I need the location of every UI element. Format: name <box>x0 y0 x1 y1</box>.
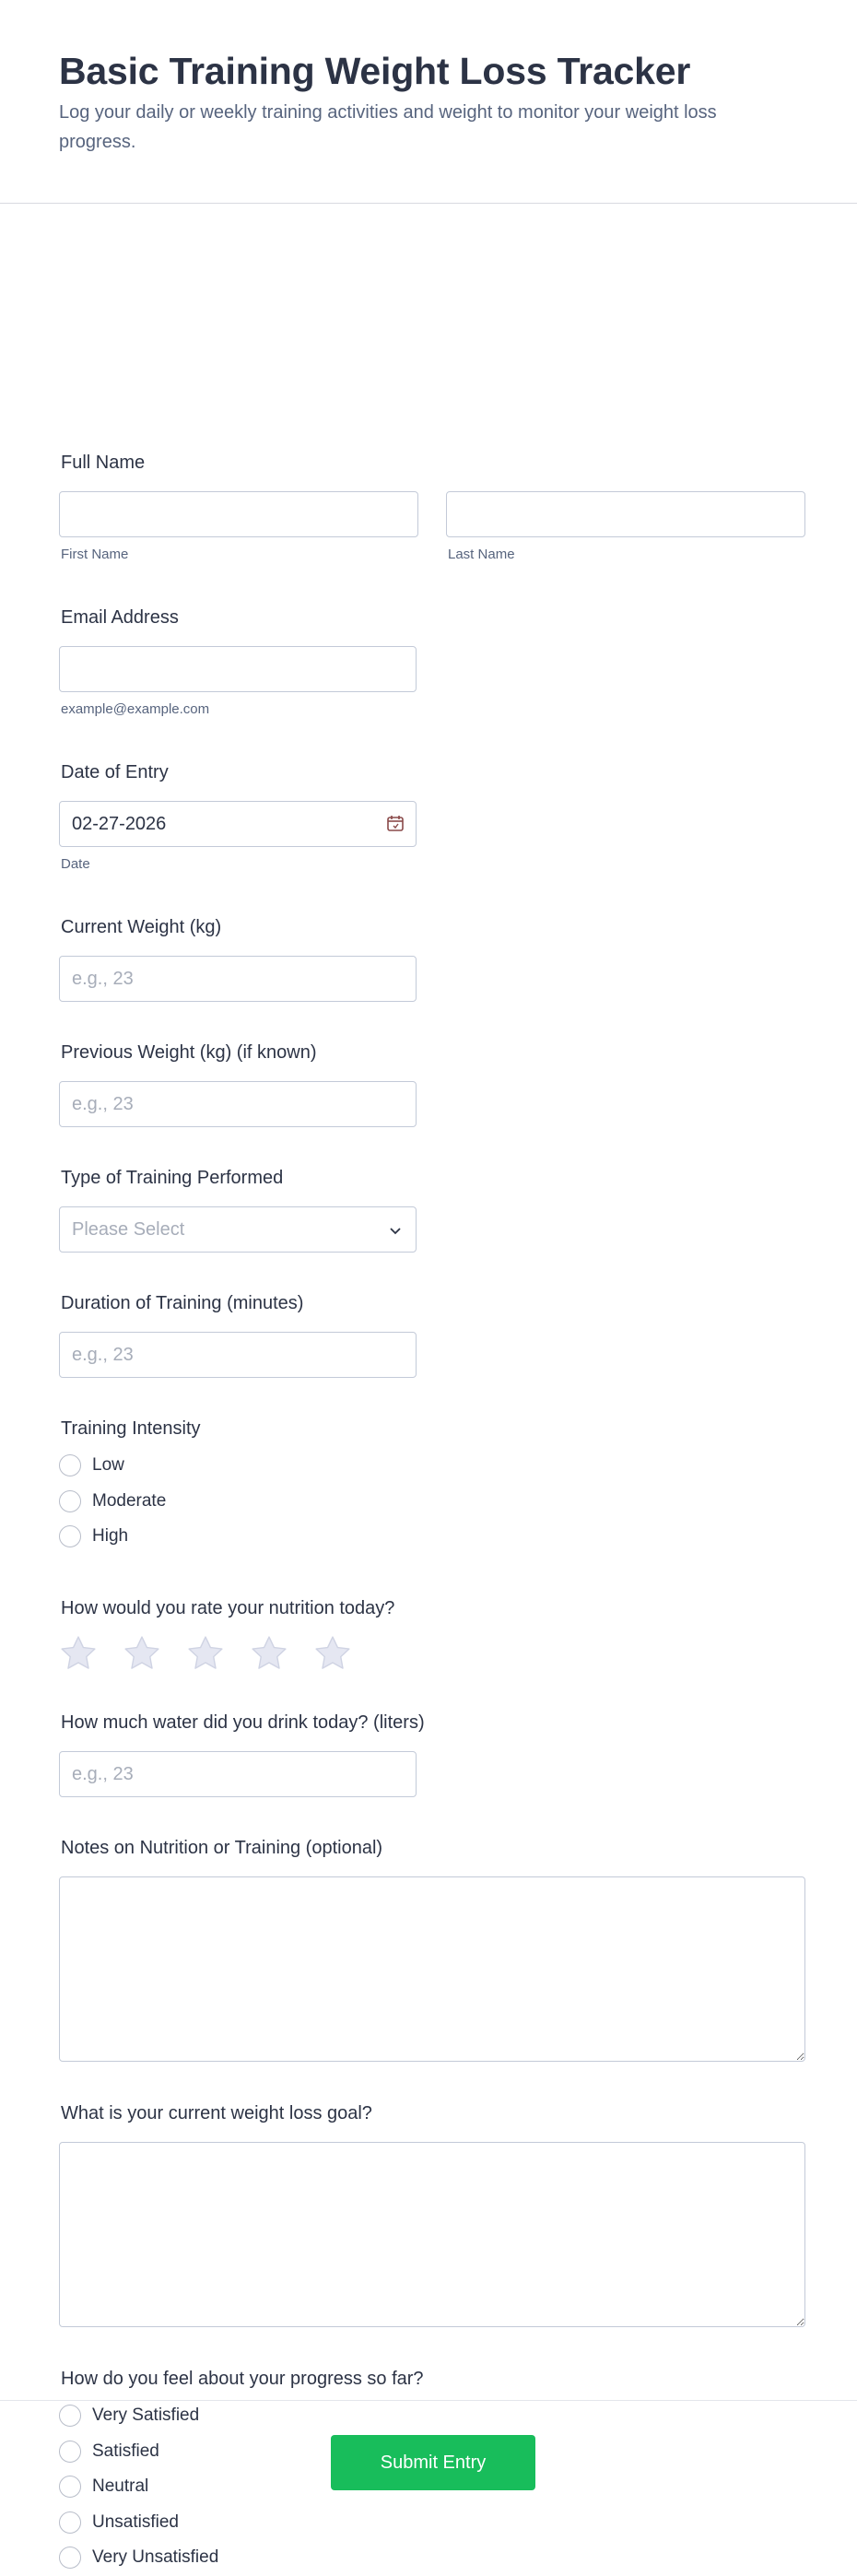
training-type-field: Type of Training Performed Please Select <box>59 1167 417 1253</box>
progress-feeling-label: How do you feel about your progress so f… <box>61 2369 424 2389</box>
first-name-input[interactable] <box>59 491 418 537</box>
radio-label: Moderate <box>92 1490 167 1511</box>
last-name-input[interactable] <box>446 491 805 537</box>
full-name-field: Full Name First Name Last Name <box>59 452 805 562</box>
intensity-label: Training Intensity <box>61 1418 201 1439</box>
training-type-selected: Please Select <box>72 1218 185 1240</box>
previous-weight-label: Previous Weight (kg) (if known) <box>61 1042 317 1063</box>
goal-field: What is your current weight loss goal? <box>59 2102 805 2327</box>
current-weight-field: Current Weight (kg) <box>59 916 417 1002</box>
intensity-option-low[interactable]: Low <box>59 1448 201 1484</box>
previous-weight-field: Previous Weight (kg) (if known) <box>59 1041 417 1127</box>
star-icon[interactable] <box>313 1634 352 1673</box>
form-subtitle: Log your daily or weekly training activi… <box>59 102 717 152</box>
email-input[interactable] <box>59 646 417 692</box>
radio-button[interactable] <box>59 1454 81 1477</box>
goal-label: What is your current weight loss goal? <box>61 2103 372 2123</box>
star-icon[interactable] <box>59 1634 98 1673</box>
form-footer: Submit Entry <box>0 2400 857 2537</box>
nutrition-rating-label: How would you rate your nutrition today? <box>61 1598 395 1618</box>
star-rating <box>59 1634 394 1673</box>
date-label: Date of Entry <box>61 762 169 782</box>
radio-button[interactable] <box>59 2547 81 2570</box>
star-icon[interactable] <box>250 1634 288 1673</box>
radio-label: Very Unsatisfied <box>92 2547 219 2568</box>
radio-label: High <box>92 1526 129 1547</box>
notes-label: Notes on Nutrition or Training (optional… <box>61 1838 383 1858</box>
intensity-option-moderate[interactable]: Moderate <box>59 1484 201 1520</box>
training-type-label: Type of Training Performed <box>61 1168 284 1188</box>
intensity-option-high[interactable]: High <box>59 1519 201 1555</box>
nutrition-rating-field: How would you rate your nutrition today? <box>59 1597 394 1673</box>
radio-label: Low <box>92 1455 124 1476</box>
duration-input[interactable] <box>59 1332 417 1378</box>
date-field: Date of Entry Date <box>59 761 417 872</box>
water-field: How much water did you drink today? (lit… <box>59 1711 425 1797</box>
goal-textarea[interactable] <box>59 2142 805 2327</box>
radio-button[interactable] <box>59 1489 81 1512</box>
email-field: Email Address example@example.com <box>59 606 417 717</box>
star-icon[interactable] <box>123 1634 161 1673</box>
duration-field: Duration of Training (minutes) <box>59 1292 417 1378</box>
email-label: Email Address <box>61 607 179 628</box>
date-input[interactable] <box>59 801 417 847</box>
notes-textarea[interactable] <box>59 1876 805 2062</box>
duration-label: Duration of Training (minutes) <box>61 1293 304 1313</box>
notes-field: Notes on Nutrition or Training (optional… <box>59 1837 805 2062</box>
date-sublabel: Date <box>61 856 90 872</box>
form-header: Basic Training Weight Loss Tracker Log y… <box>0 0 857 204</box>
intensity-field: Training Intensity Low Moderate High <box>59 1417 201 1555</box>
training-type-select[interactable]: Please Select <box>59 1206 417 1253</box>
first-name-sublabel: First Name <box>61 547 129 562</box>
full-name-label: Full Name <box>61 453 146 473</box>
progress-option-very-unsatisfied[interactable]: Very Unsatisfied <box>59 2540 424 2576</box>
radio-button[interactable] <box>59 1525 81 1548</box>
email-sublabel: example@example.com <box>61 701 210 717</box>
current-weight-label: Current Weight (kg) <box>61 917 222 937</box>
calendar-icon[interactable] <box>386 814 405 832</box>
water-label: How much water did you drink today? (lit… <box>61 1712 425 1733</box>
water-input[interactable] <box>59 1751 417 1797</box>
chevron-down-icon <box>390 1228 401 1235</box>
current-weight-input[interactable] <box>59 956 417 1002</box>
previous-weight-input[interactable] <box>59 1081 417 1127</box>
star-icon[interactable] <box>186 1634 225 1673</box>
form-title: Basic Training Weight Loss Tracker <box>59 50 691 92</box>
last-name-sublabel: Last Name <box>448 547 515 562</box>
submit-button[interactable]: Submit Entry <box>331 2435 535 2490</box>
